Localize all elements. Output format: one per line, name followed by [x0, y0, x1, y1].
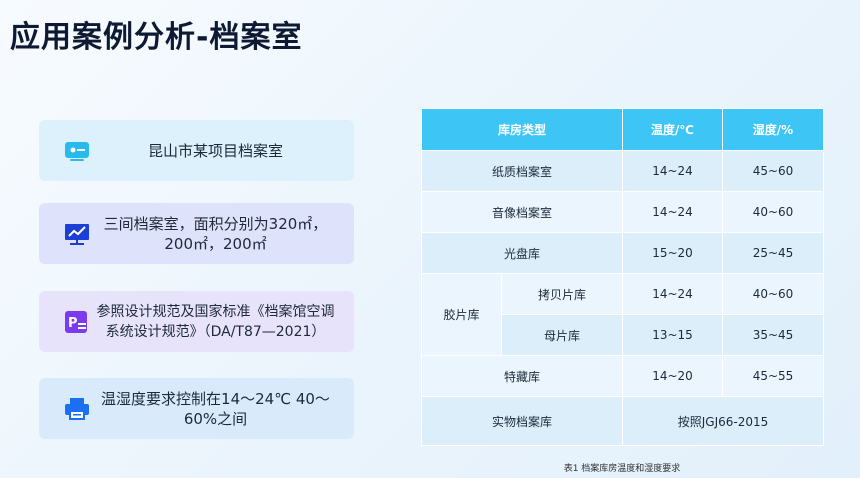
info-card-standard: P 参照设计规范及国家标准《档案馆空调系统设计规范》（DA/T87—2021） — [39, 291, 354, 352]
table-header-row: 库房类型 温度/℃ 湿度/% — [420, 108, 825, 151]
cell-temp: 14~24 — [622, 150, 724, 192]
cell-type: 光盘库 — [420, 232, 624, 274]
cell-temp: 15~20 — [622, 232, 724, 274]
header-temp: 温度/℃ — [622, 108, 724, 151]
cell-type: 拷贝片库 — [500, 273, 624, 315]
cell-temp: 14~24 — [622, 273, 724, 315]
cell-group: 胶片库 — [421, 273, 502, 356]
page-title: 应用案例分析-档案室 — [10, 20, 303, 55]
cell-humidity: 45~55 — [722, 355, 825, 397]
cell-temp: 14~24 — [622, 191, 724, 233]
header-type: 库房类型 — [420, 108, 624, 151]
cell-temp: 13~15 — [622, 314, 724, 356]
cell-type: 母片库 — [500, 314, 624, 356]
table-row: 实物档案库 按照JGJ66-2015 — [420, 396, 825, 446]
info-card-project: 昆山市某项目档案室 — [39, 120, 354, 181]
table-row: 光盘库 15~20 25~45 — [420, 232, 825, 274]
cell-type: 音像档案室 — [420, 191, 624, 233]
printer-icon — [63, 395, 91, 423]
monitor-box-icon — [63, 137, 91, 165]
header-humidity: 湿度/% — [722, 108, 825, 151]
cell-humidity: 45~60 — [722, 150, 825, 192]
cell-humidity: 40~60 — [722, 273, 825, 315]
presentation-chart-icon — [63, 220, 91, 248]
document-p-icon: P — [63, 308, 91, 336]
cell-humidity: 40~60 — [722, 191, 825, 233]
svg-text:P: P — [68, 316, 78, 331]
cell-humidity: 35~45 — [722, 314, 825, 356]
cell-temp: 14~20 — [622, 355, 724, 397]
table-caption: 表1 档案库房温度和湿度要求 — [563, 464, 681, 474]
card-text: 三间档案室，面积分别为320㎡，200㎡，200㎡ — [103, 214, 328, 253]
info-card-area: 三间档案室，面积分别为320㎡，200㎡，200㎡ — [39, 203, 354, 264]
table-row: 胶片库 拷贝片库 14~24 40~60 — [421, 273, 825, 356]
cell-type: 实物档案库 — [420, 396, 624, 446]
table-row: 音像档案室 14~24 40~60 — [420, 191, 825, 233]
table-row: 纸质档案室 14~24 45~60 — [420, 150, 825, 192]
cell-standard: 按照JGJ66-2015 — [622, 396, 825, 446]
info-card-requirement: 温湿度要求控制在14～24℃ 40～60%之间 — [39, 378, 354, 439]
storage-requirement-table: 库房类型 温度/℃ 湿度/% 纸质档案室 14~24 45~60 音像档案室 1… — [420, 108, 825, 446]
table-row: 特藏库 14~20 45~55 — [420, 355, 825, 397]
card-text: 参照设计规范及国家标准《档案馆空调系统设计规范》（DA/T87—2021） — [96, 303, 335, 340]
cell-type: 纸质档案室 — [420, 150, 624, 192]
card-text: 温湿度要求控制在14～24℃ 40～60%之间 — [101, 389, 330, 428]
cell-humidity: 25~45 — [722, 232, 825, 274]
card-text: 昆山市某项目档案室 — [147, 141, 283, 160]
cell-type: 特藏库 — [420, 355, 624, 397]
